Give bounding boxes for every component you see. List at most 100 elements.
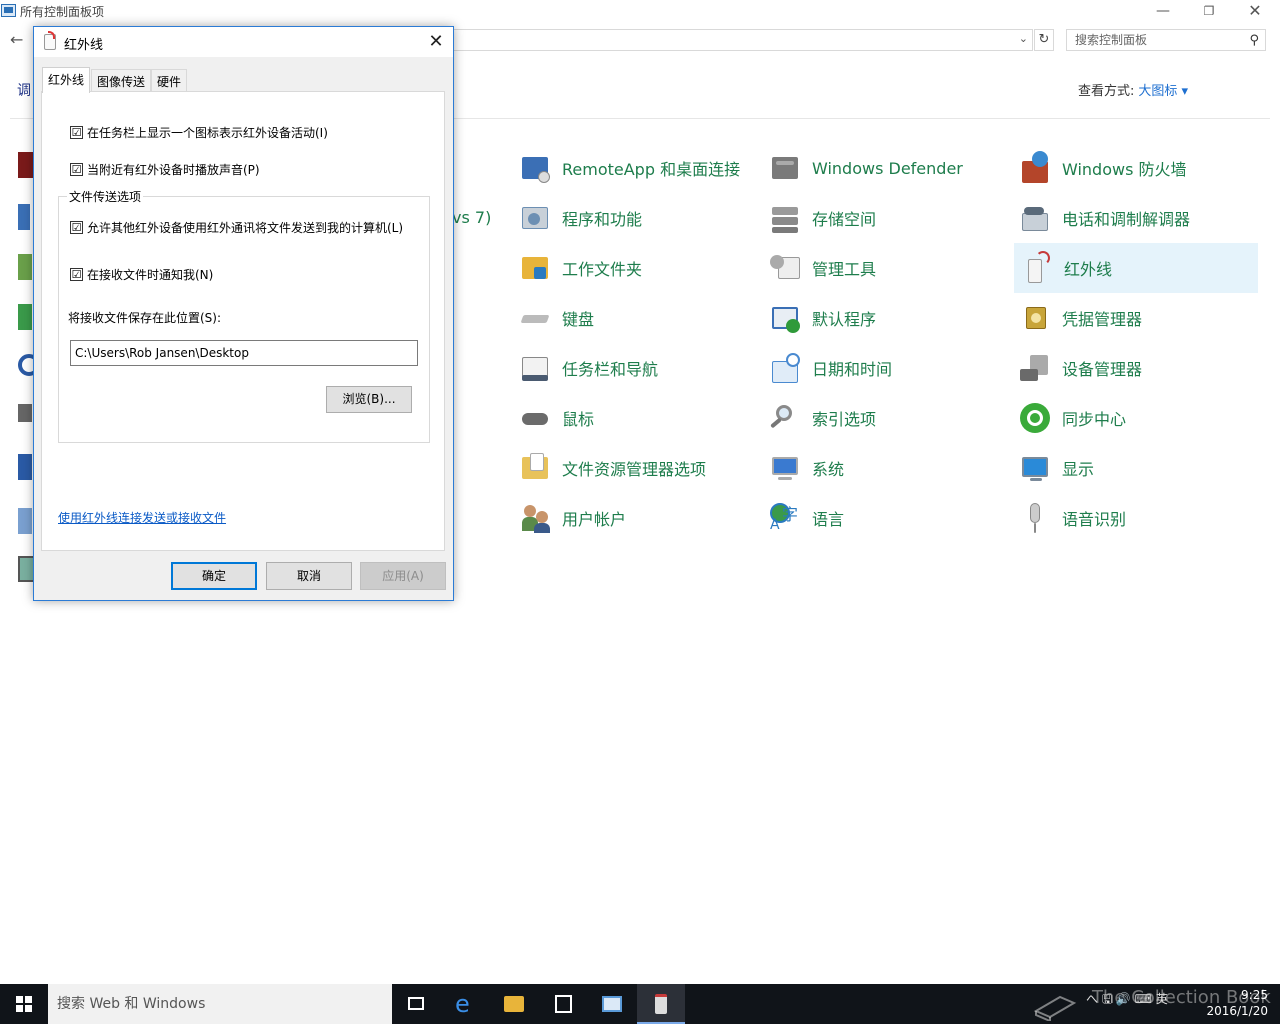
checkbox[interactable]: ☑ [70, 268, 83, 281]
cp-item-storage-spaces[interactable]: 存储空间 [762, 193, 1002, 243]
work-folders-icon [518, 251, 552, 285]
display-icon [1018, 451, 1052, 485]
cp-item-system[interactable]: 系统 [762, 443, 1002, 493]
partial-item-label: vs 7) [452, 208, 492, 227]
book-watermark-icon [1033, 995, 1077, 1021]
homegroup-icon[interactable] [18, 404, 32, 422]
firewall-icon [1018, 151, 1052, 185]
backup-icon[interactable] [18, 254, 32, 280]
tab-image-transfer[interactable]: 图像传送 [91, 69, 152, 91]
cp-item-infrared[interactable]: 红外线 [1014, 243, 1258, 293]
notify-on-receive-option[interactable]: ☑ 在接收文件时通知我(N) [70, 266, 213, 283]
search-input[interactable]: 搜索控制面板 ⚲ [1066, 29, 1266, 51]
address-bar[interactable]: ⌄ [453, 29, 1033, 51]
store-button[interactable] [539, 984, 587, 1024]
chevron-down-icon[interactable]: ⌄ [1019, 32, 1028, 45]
color-management-icon[interactable] [18, 204, 30, 230]
allow-file-receive-option[interactable]: ☑ 允许其他红外设备使用红外通讯将文件发送到我的计算机(L) [70, 219, 403, 236]
checkbox-label: 在任务栏上显示一个图标表示红外设备活动(I) [87, 126, 328, 140]
task-view-button[interactable] [392, 984, 440, 1024]
file-explorer-button[interactable] [490, 984, 538, 1024]
cp-item-taskbar-nav[interactable]: 任务栏和导航 [512, 343, 752, 393]
cp-item-indexing-options[interactable]: 索引选项 [762, 393, 1002, 443]
cp-item-work-folders[interactable]: 工作文件夹 [512, 243, 752, 293]
cp-item-user-accounts[interactable]: 用户帐户 [512, 493, 752, 543]
infrared-icon [44, 31, 56, 50]
control-panel-taskbar-button[interactable] [588, 984, 636, 1024]
view-by-dropdown[interactable]: 大图标 ▾ [1138, 84, 1188, 99]
checkbox[interactable]: ☑ [70, 126, 83, 139]
cp-item-admin-tools[interactable]: 管理工具 [762, 243, 1002, 293]
play-sound-option[interactable]: ☑ 当附近有红外设备时播放声音(P) [70, 161, 260, 178]
user-accounts-icon [518, 501, 552, 535]
storage-icon [768, 201, 802, 235]
explorer-titlebar: 所有控制面板项 — ❐ ✕ [0, 0, 1280, 22]
cp-item-windows-firewall[interactable]: Windows 防火墙 [1012, 143, 1252, 193]
admin-tools-icon [768, 251, 802, 285]
view-by: 查看方式: 大图标 ▾ [1078, 80, 1188, 99]
apply-button[interactable]: 应用(A) [360, 562, 446, 590]
cp-item-sync-center[interactable]: 同步中心 [1012, 393, 1252, 443]
infrared-help-link[interactable]: 使用红外线连接发送或接收文件 [58, 509, 226, 526]
save-location-input[interactable] [70, 340, 418, 366]
checkbox[interactable]: ☑ [70, 163, 83, 176]
tab-infrared[interactable]: 红外线 [42, 67, 91, 93]
defender-icon [768, 151, 802, 185]
language-icon: 字A [770, 503, 799, 533]
cancel-button[interactable]: 取消 [266, 562, 352, 590]
save-location-label: 将接收文件保存在此位置(S): [68, 311, 222, 325]
personalization-icon[interactable] [18, 508, 32, 534]
folder-icon [504, 996, 524, 1012]
cp-item-remoteapp[interactable]: RemoteApp 和桌面连接 [512, 143, 752, 193]
close-button[interactable]: ✕ [1232, 0, 1278, 22]
show-taskbar-icon-option[interactable]: ☑ 在任务栏上显示一个图标表示红外设备活动(I) [70, 124, 328, 141]
cp-item-programs[interactable]: 程序和功能 [512, 193, 752, 243]
dialog-close-button[interactable]: ✕ [422, 30, 450, 54]
cp-item-credential-manager[interactable]: 凭据管理器 [1012, 293, 1252, 343]
remoteapp-icon [518, 151, 552, 185]
start-button[interactable] [0, 984, 48, 1024]
cp-item-date-time[interactable]: 日期和时间 [762, 343, 1002, 393]
cp-item-explorer-options[interactable]: 文件资源管理器选项 [512, 443, 752, 493]
cp-item-language[interactable]: 字A 语言 [762, 493, 1002, 543]
clock-time: 9:25 [1241, 988, 1268, 1002]
cp-item-keyboard[interactable]: 键盘 [512, 293, 752, 343]
group-label: 文件传送选项 [67, 188, 144, 205]
clock-date: 2016/1/20 [1206, 1004, 1268, 1018]
taskbar-search-box[interactable]: 搜索 Web 和 Windows [48, 984, 392, 1024]
network-icon[interactable] [18, 454, 32, 480]
browse-button[interactable]: 浏览(B)... [326, 386, 412, 413]
infrared-icon [655, 994, 667, 1014]
cp-item-speech-recognition[interactable]: 语音识别 [1012, 493, 1252, 543]
ok-button[interactable]: 确定 [171, 562, 257, 590]
recovery-icon[interactable] [18, 304, 32, 330]
taskbar: 搜索 Web 和 Windows e The Collection Book へ… [0, 984, 1280, 1024]
device-manager-icon [1018, 351, 1052, 385]
window-title: 所有控制面板项 [20, 5, 105, 19]
infrared-taskbar-button[interactable] [637, 984, 685, 1024]
tab-hardware[interactable]: 硬件 [151, 69, 188, 91]
mouse-icon [518, 401, 552, 435]
phone-modem-icon [1018, 201, 1052, 235]
edge-button[interactable]: e [441, 984, 489, 1024]
dialog-titlebar: 红外线 ✕ [34, 27, 453, 57]
cp-item-default-programs[interactable]: 默认程序 [762, 293, 1002, 343]
infrared-dialog: 红外线 ✕ 红外线 图像传送 硬件 ☑ 在任务栏上显示一个图标表示红外设备活动(… [33, 26, 454, 601]
cp-item-phone-modem[interactable]: 电话和调制解调器 [1012, 193, 1252, 243]
cp-item-windows-defender[interactable]: Windows Defender [762, 143, 1002, 193]
infrared-icon [1020, 251, 1054, 285]
maximize-button[interactable]: ❐ [1186, 0, 1232, 22]
cp-item-device-manager[interactable]: 设备管理器 [1012, 343, 1252, 393]
cp-item-mouse[interactable]: 鼠标 [512, 393, 752, 443]
edge-icon: e [455, 990, 470, 1018]
back-arrow-icon[interactable]: ← [10, 30, 23, 49]
search-icon[interactable]: ⚲ [1249, 31, 1259, 51]
dialog-title: 红外线 [64, 38, 104, 53]
date-time-icon [768, 351, 802, 385]
checkbox[interactable]: ☑ [70, 221, 83, 234]
cp-item-display[interactable]: 显示 [1012, 443, 1252, 493]
system-tray[interactable]: へ 🖫 🔊 ⌨ 英 [1086, 990, 1168, 1011]
clock[interactable]: 9:25 2016/1/20 [1206, 987, 1268, 1019]
refresh-icon[interactable]: ↻ [1034, 29, 1054, 51]
minimize-button[interactable]: — [1140, 0, 1186, 22]
